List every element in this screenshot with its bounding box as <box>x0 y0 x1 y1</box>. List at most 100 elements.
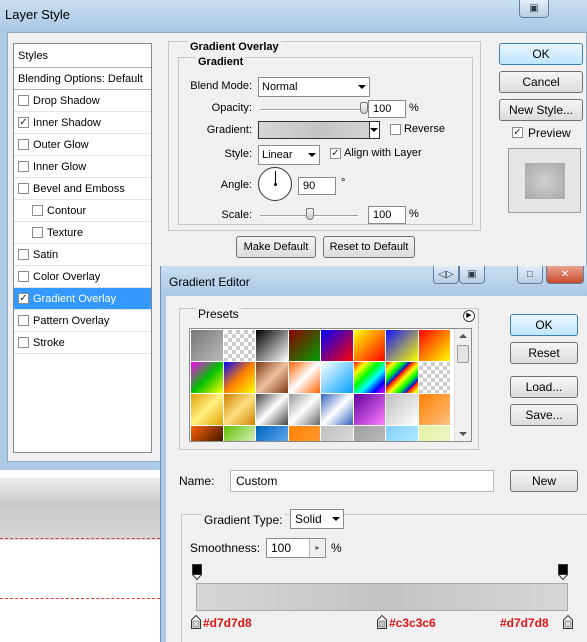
preset-swatch[interactable] <box>223 426 255 441</box>
style-item-inner-glow[interactable]: Inner Glow <box>14 156 151 178</box>
style-checkbox[interactable] <box>32 205 43 216</box>
ge-new-button[interactable]: New <box>510 470 578 492</box>
scale-input[interactable]: 100 <box>368 206 406 224</box>
restore-icon[interactable]: ▣ <box>519 0 549 18</box>
preset-swatch[interactable] <box>256 394 288 425</box>
preset-swatch[interactable] <box>418 394 450 425</box>
preset-swatch[interactable] <box>321 394 353 425</box>
style-checkbox[interactable] <box>18 271 29 282</box>
style-checkbox[interactable] <box>18 95 29 106</box>
style-checkbox[interactable] <box>18 139 29 150</box>
preview-checkbox[interactable]: ✓ <box>512 127 523 138</box>
preset-swatch[interactable] <box>321 426 353 441</box>
gradient-picker[interactable] <box>258 121 380 139</box>
layer-style-titlebar[interactable]: Layer Style ▣ <box>0 0 587 32</box>
preset-swatch[interactable] <box>223 394 255 425</box>
close-icon[interactable]: ✕ <box>546 266 584 284</box>
style-checkbox[interactable] <box>18 249 29 260</box>
name-input[interactable]: Custom <box>230 470 494 492</box>
preset-swatch[interactable] <box>418 426 450 441</box>
preset-swatch[interactable] <box>191 362 223 393</box>
scroll-up-icon[interactable] <box>459 334 467 338</box>
style-select[interactable]: Linear <box>258 145 320 165</box>
blending-options-item[interactable]: Blending Options: Default <box>14 68 151 90</box>
color-stop-icon[interactable] <box>377 615 387 629</box>
style-item-inner-shadow[interactable]: ✓ Inner Shadow <box>14 112 151 134</box>
smoothness-input[interactable]: 100 ▸ <box>266 538 326 558</box>
preset-swatch[interactable] <box>418 330 450 361</box>
preset-swatch[interactable] <box>191 330 223 361</box>
preset-swatch[interactable] <box>288 426 320 441</box>
scroll-down-icon[interactable] <box>459 432 467 436</box>
preset-swatch[interactable] <box>256 362 288 393</box>
preset-swatch[interactable] <box>256 330 288 361</box>
scroll-thumb[interactable] <box>457 345 469 363</box>
ge-load-button[interactable]: Load... <box>510 376 578 398</box>
style-checkbox[interactable]: ✓ <box>18 293 29 304</box>
restore-icon[interactable]: ▣ <box>459 266 485 284</box>
smoothness-arrow-icon[interactable]: ▸ <box>309 539 325 557</box>
style-item-outer-glow[interactable]: Outer Glow <box>14 134 151 156</box>
preset-swatch[interactable] <box>386 426 418 441</box>
reset-to-default-button[interactable]: Reset to Default <box>323 236 415 258</box>
style-item-texture[interactable]: Texture <box>14 222 151 244</box>
blend-mode-select[interactable]: Normal <box>258 77 370 97</box>
opacity-stop-left-icon[interactable] <box>192 564 202 580</box>
color-stop-icon[interactable] <box>563 615 573 629</box>
preset-swatch[interactable] <box>353 394 385 425</box>
preset-swatch[interactable] <box>386 330 418 361</box>
opacity-slider-track[interactable] <box>260 109 364 111</box>
style-item-contour[interactable]: Contour <box>14 200 151 222</box>
preset-swatch[interactable] <box>321 330 353 361</box>
preset-swatch[interactable] <box>223 362 255 393</box>
arrows-icon[interactable]: ◁▷ <box>433 266 459 284</box>
style-checkbox[interactable] <box>18 315 29 326</box>
style-item-stroke[interactable]: Stroke <box>14 332 151 354</box>
align-with-layer-checkbox[interactable]: ✓ <box>330 148 341 159</box>
ge-reset-button[interactable]: Reset <box>510 342 578 364</box>
preset-swatch[interactable] <box>223 330 255 361</box>
opacity-input[interactable]: 100 <box>368 100 406 118</box>
style-checkbox[interactable]: ✓ <box>18 117 29 128</box>
opacity-stop-right-icon[interactable] <box>558 564 568 580</box>
maximize-icon[interactable]: □ <box>517 266 543 284</box>
style-item-drop-shadow[interactable]: Drop Shadow <box>14 90 151 112</box>
preset-swatch[interactable] <box>288 362 320 393</box>
style-checkbox[interactable] <box>32 227 43 238</box>
gradient-preview-bar[interactable] <box>196 583 568 611</box>
style-checkbox[interactable] <box>18 337 29 348</box>
angle-dial[interactable] <box>258 167 292 201</box>
style-checkbox[interactable] <box>18 161 29 172</box>
style-item-bevel-and-emboss[interactable]: Bevel and Emboss <box>14 178 151 200</box>
preset-swatch[interactable] <box>256 426 288 441</box>
style-checkbox[interactable] <box>18 183 29 194</box>
style-item-color-overlay[interactable]: Color Overlay <box>14 266 151 288</box>
ok-button[interactable]: OK <box>499 43 583 65</box>
preset-swatch[interactable] <box>418 362 450 393</box>
preset-swatch[interactable] <box>321 362 353 393</box>
style-item-gradient-overlay[interactable]: ✓ Gradient Overlay <box>14 288 151 310</box>
preset-swatch[interactable] <box>386 362 418 393</box>
style-item-satin[interactable]: Satin <box>14 244 151 266</box>
reverse-checkbox[interactable] <box>390 124 401 135</box>
color-stop-icon[interactable] <box>191 615 201 629</box>
cancel-button[interactable]: Cancel <box>499 71 583 93</box>
preset-swatch[interactable] <box>191 426 223 441</box>
preset-swatch[interactable] <box>353 330 385 361</box>
preset-swatch[interactable] <box>191 394 223 425</box>
make-default-button[interactable]: Make Default <box>236 236 316 258</box>
scale-slider-thumb[interactable] <box>306 208 314 220</box>
gradient-picker-arrow[interactable] <box>369 122 379 138</box>
gradient-editor-titlebar[interactable]: Gradient Editor ◁▷ ▣ □ ✕ <box>161 266 587 296</box>
preset-swatch[interactable] <box>288 330 320 361</box>
presets-menu-icon[interactable]: ▶ <box>463 310 475 322</box>
preset-swatch[interactable] <box>288 394 320 425</box>
new-style-button[interactable]: New Style... <box>499 99 583 121</box>
gradient-type-select[interactable]: Solid <box>290 509 344 529</box>
presets-scrollbar[interactable] <box>454 329 471 441</box>
ge-save-button[interactable]: Save... <box>510 404 578 426</box>
preset-swatch[interactable] <box>386 394 418 425</box>
styles-header[interactable]: Styles <box>14 44 151 68</box>
angle-input[interactable]: 90 <box>298 177 336 195</box>
preset-swatch[interactable] <box>353 362 385 393</box>
